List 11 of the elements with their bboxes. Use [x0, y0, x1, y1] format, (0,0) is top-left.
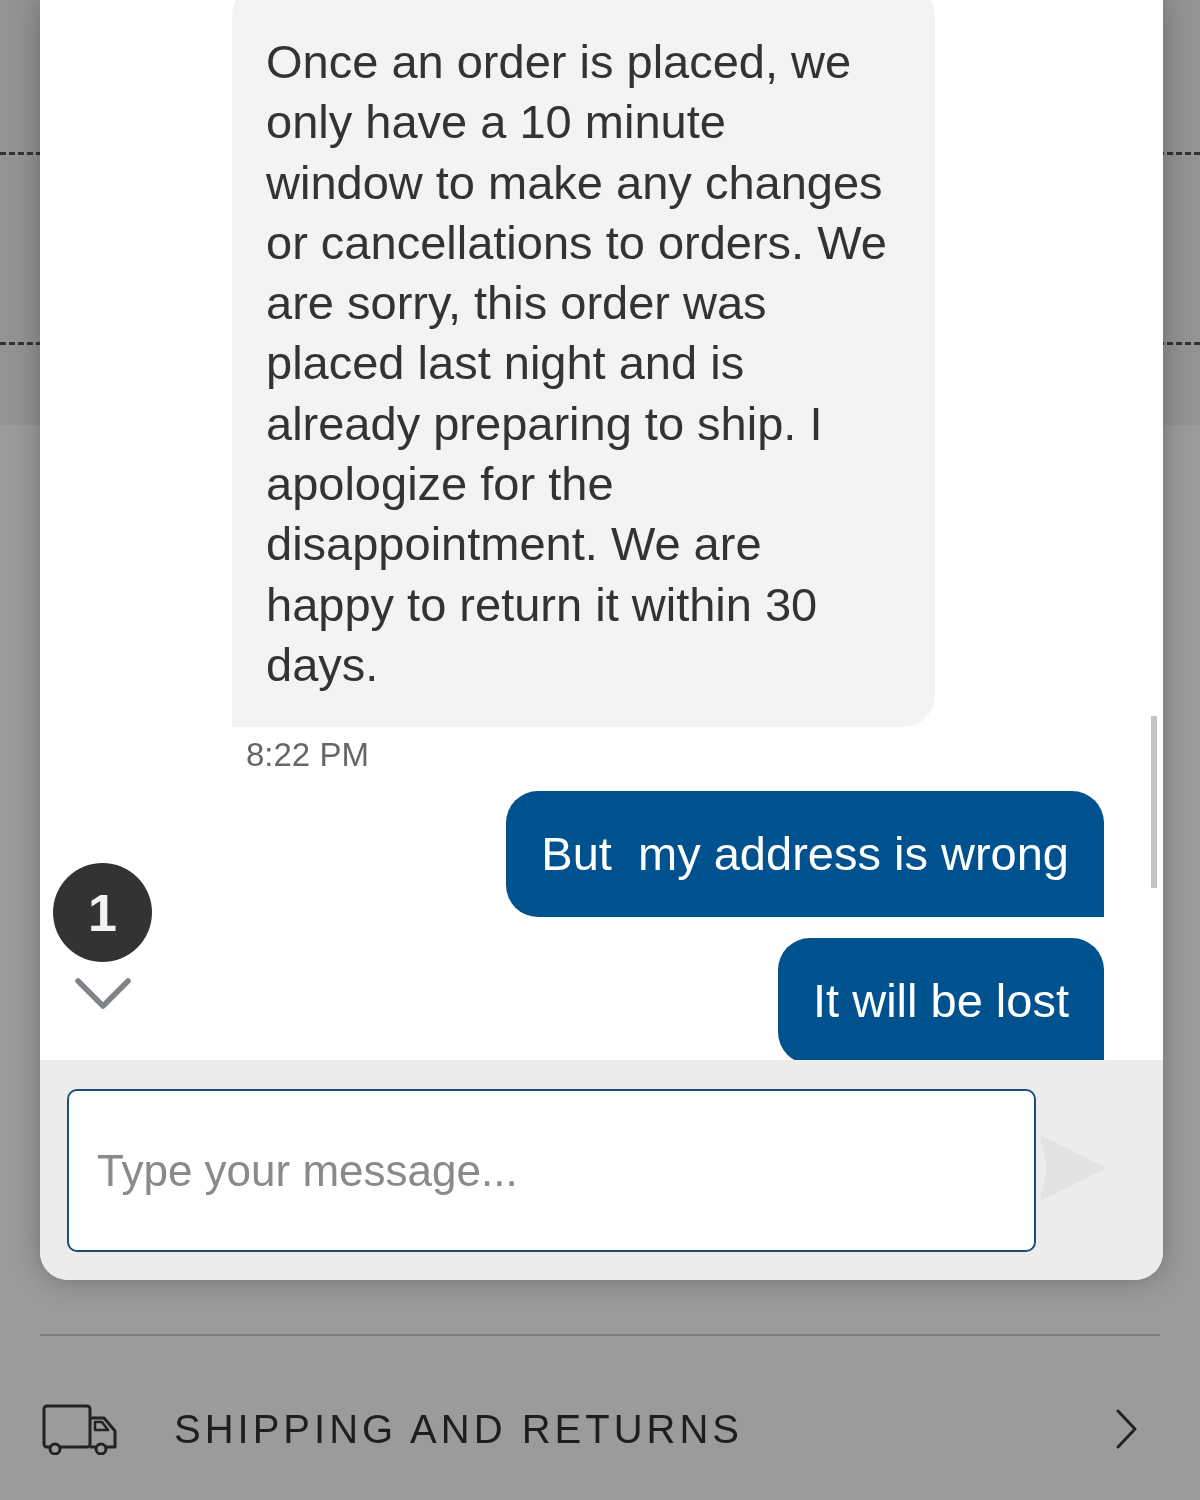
chevron-down-icon[interactable] [75, 978, 131, 1011]
incoming-message: Once an order is placed, we only have a 10 minute window to make any changes or cancellations to orders. We are sorry, this order was placed last night and is already preparing to ship. I apologize for the disappointment. We are happy to return it within 30 days. [232, 0, 935, 728]
unread-count-badge[interactable]: 1 [53, 863, 152, 962]
shipping-returns-accordion[interactable]: SHIPPING AND RETURNS [42, 1394, 1137, 1464]
outgoing-message: But my address is wrong [506, 791, 1104, 918]
scrollbar-thumb[interactable] [1151, 716, 1157, 888]
chevron-right-icon [1116, 1409, 1137, 1449]
truck-icon [42, 1403, 117, 1455]
message-input[interactable]: Type your message... [67, 1089, 1036, 1252]
message-time: 8:22 PM [246, 736, 369, 775]
outgoing-message: It will be lost [778, 938, 1104, 1060]
